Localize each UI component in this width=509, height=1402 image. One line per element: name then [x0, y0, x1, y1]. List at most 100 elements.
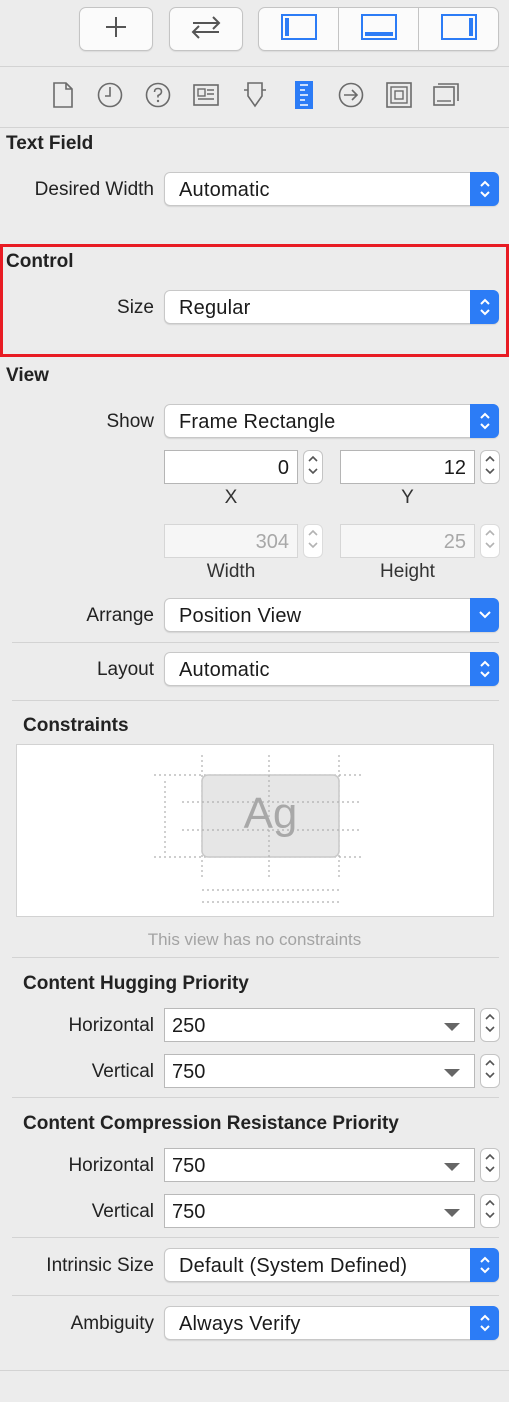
help-inspector-tab[interactable] [145, 82, 171, 113]
desired-width-popup[interactable]: Automatic [164, 172, 499, 206]
bindings-inspector-tab[interactable] [386, 81, 412, 113]
layout-divider [12, 700, 499, 701]
view-section-title: View [6, 365, 49, 386]
bindings-icon [386, 81, 412, 113]
text-field-section-title: Text Field [6, 133, 94, 154]
intrinsic-size-value: Default (System Defined) [179, 1255, 408, 1277]
height-value: 25 [443, 531, 466, 553]
x-stepper[interactable] [303, 450, 323, 484]
layout-label: Layout [96, 659, 154, 680]
attributes-inspector-tab[interactable] [242, 81, 268, 113]
arrange-divider [12, 642, 499, 643]
x-value: 0 [277, 457, 289, 479]
hugging-vertical-value: 750 [172, 1061, 206, 1083]
hugging-horizontal-value: 250 [172, 1015, 206, 1037]
effects-inspector-tab[interactable] [433, 82, 459, 112]
show-label: Show [106, 411, 154, 432]
no-constraints-hint: This view has no constraints [147, 930, 362, 949]
identity-inspector-tab[interactable] [193, 83, 219, 111]
width-stepper[interactable] [303, 524, 323, 558]
file-inspector-tab[interactable] [50, 81, 76, 113]
bottom-panel-toggle[interactable] [339, 8, 419, 50]
y-stepper[interactable] [480, 450, 500, 484]
size-label: Size [117, 297, 154, 318]
hugging-title: Content Hugging Priority [23, 973, 249, 994]
connections-inspector-tab[interactable] [338, 82, 364, 113]
stepper-arrows-icon [484, 1056, 496, 1087]
height-field[interactable]: 25 [340, 524, 475, 558]
updown-arrows-icon [470, 1248, 499, 1282]
control-section-title: Control [6, 251, 74, 272]
help-icon [145, 82, 171, 113]
compression-horizontal-stepper[interactable] [480, 1148, 500, 1182]
hugging-horizontal-combo[interactable]: 250 [164, 1008, 475, 1042]
compression-horizontal-value: 750 [172, 1155, 206, 1177]
right-panel-icon [440, 13, 477, 45]
tabs-divider [0, 127, 509, 128]
swap-arrows-icon [187, 14, 225, 45]
left-panel-icon [280, 13, 317, 45]
updown-arrows-icon [470, 290, 499, 324]
stepper-arrows-icon [484, 1150, 496, 1181]
arrange-popup[interactable]: Position View [164, 598, 499, 632]
triangle-down-icon [444, 1163, 460, 1171]
hugging-vertical-stepper[interactable] [480, 1054, 500, 1088]
file-icon [52, 81, 74, 113]
ambiguity-popup[interactable]: Always Verify [164, 1306, 499, 1340]
compression-vertical-value: 750 [172, 1201, 206, 1223]
constraints-preview-text: Ag [243, 789, 298, 838]
stepper-arrows-icon [307, 452, 319, 483]
connections-icon [338, 82, 364, 113]
attributes-icon [243, 81, 267, 113]
bottom-panel-icon [360, 13, 397, 45]
arrange-value: Position View [179, 605, 302, 627]
intrinsic-size-popup[interactable]: Default (System Defined) [164, 1248, 499, 1282]
triangle-down-icon [444, 1069, 460, 1077]
desired-width-value: Automatic [179, 179, 270, 201]
intrinsic-divider [12, 1295, 499, 1296]
y-value: 12 [443, 457, 466, 479]
hugging-vertical-combo[interactable]: 750 [164, 1054, 475, 1088]
updown-arrows-icon [470, 172, 499, 206]
width-caption: Width [206, 561, 256, 582]
control-size-value: Regular [179, 297, 251, 319]
toolbar-divider [0, 66, 509, 67]
stepper-arrows-icon [484, 1196, 496, 1227]
width-field[interactable]: 304 [164, 524, 298, 558]
compression-title: Content Compression Resistance Priority [23, 1113, 399, 1134]
show-popup[interactable]: Frame Rectangle [164, 404, 499, 438]
layout-value: Automatic [179, 659, 270, 681]
stepper-arrows-icon [484, 452, 496, 483]
history-inspector-tab[interactable] [97, 82, 123, 113]
swap-button[interactable] [169, 7, 243, 51]
history-icon [97, 82, 123, 113]
constraints-divider [12, 957, 499, 958]
compression-horizontal-combo[interactable]: 750 [164, 1148, 475, 1182]
add-button[interactable] [79, 7, 153, 51]
compression-vertical-combo[interactable]: 750 [164, 1194, 475, 1228]
chevron-down-icon [470, 598, 499, 632]
triangle-down-icon [444, 1209, 460, 1217]
arrange-label: Arrange [86, 605, 154, 626]
plus-icon [103, 14, 129, 45]
width-value: 304 [255, 531, 289, 553]
x-field[interactable]: 0 [164, 450, 298, 484]
constraints-editor[interactable]: Ag [16, 744, 494, 917]
effects-icon [433, 82, 459, 112]
updown-arrows-icon [470, 652, 499, 686]
compression-vertical-stepper[interactable] [480, 1194, 500, 1228]
layout-popup[interactable]: Automatic [164, 652, 499, 686]
control-size-popup[interactable]: Regular [164, 290, 499, 324]
height-stepper[interactable] [480, 524, 500, 558]
size-inspector-tab[interactable] [291, 80, 317, 111]
stepper-arrows-icon [484, 1010, 496, 1041]
stepper-arrows-icon [307, 526, 319, 557]
right-panel-toggle[interactable] [419, 8, 498, 50]
x-caption: X [224, 487, 238, 508]
hugging-horizontal-stepper[interactable] [480, 1008, 500, 1042]
height-caption: Height [380, 561, 435, 582]
constraints-title: Constraints [23, 715, 129, 736]
y-field[interactable]: 12 [340, 450, 475, 484]
identity-icon [193, 83, 219, 111]
left-panel-toggle[interactable] [259, 8, 339, 50]
